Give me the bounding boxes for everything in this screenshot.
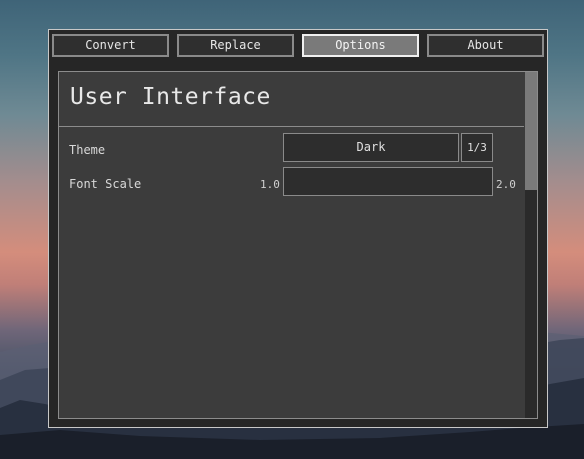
theme-cycle-counter[interactable]: 1/3 — [461, 133, 493, 162]
font-scale-min-label: 1.0 — [260, 178, 280, 191]
section-title: User Interface — [70, 84, 271, 110]
tab-about[interactable]: About — [427, 34, 544, 57]
tab-options[interactable]: Options — [302, 34, 419, 57]
tab-replace[interactable]: Replace — [177, 34, 294, 57]
scrollbar-thumb[interactable] — [525, 72, 537, 190]
title-divider — [59, 126, 524, 127]
options-panel: User Interface Theme Dark 1/3 Font Scale… — [58, 71, 538, 419]
panel-scrollbar[interactable] — [525, 72, 537, 418]
font-scale-slider[interactable] — [283, 167, 493, 196]
main-window: Convert Replace Options About User Inter… — [48, 29, 548, 428]
theme-label: Theme — [69, 143, 106, 157]
theme-selector-button[interactable]: Dark — [283, 133, 459, 162]
font-scale-max-label: 2.0 — [496, 178, 516, 191]
font-scale-label: Font Scale — [69, 177, 142, 191]
tab-convert[interactable]: Convert — [52, 34, 169, 57]
